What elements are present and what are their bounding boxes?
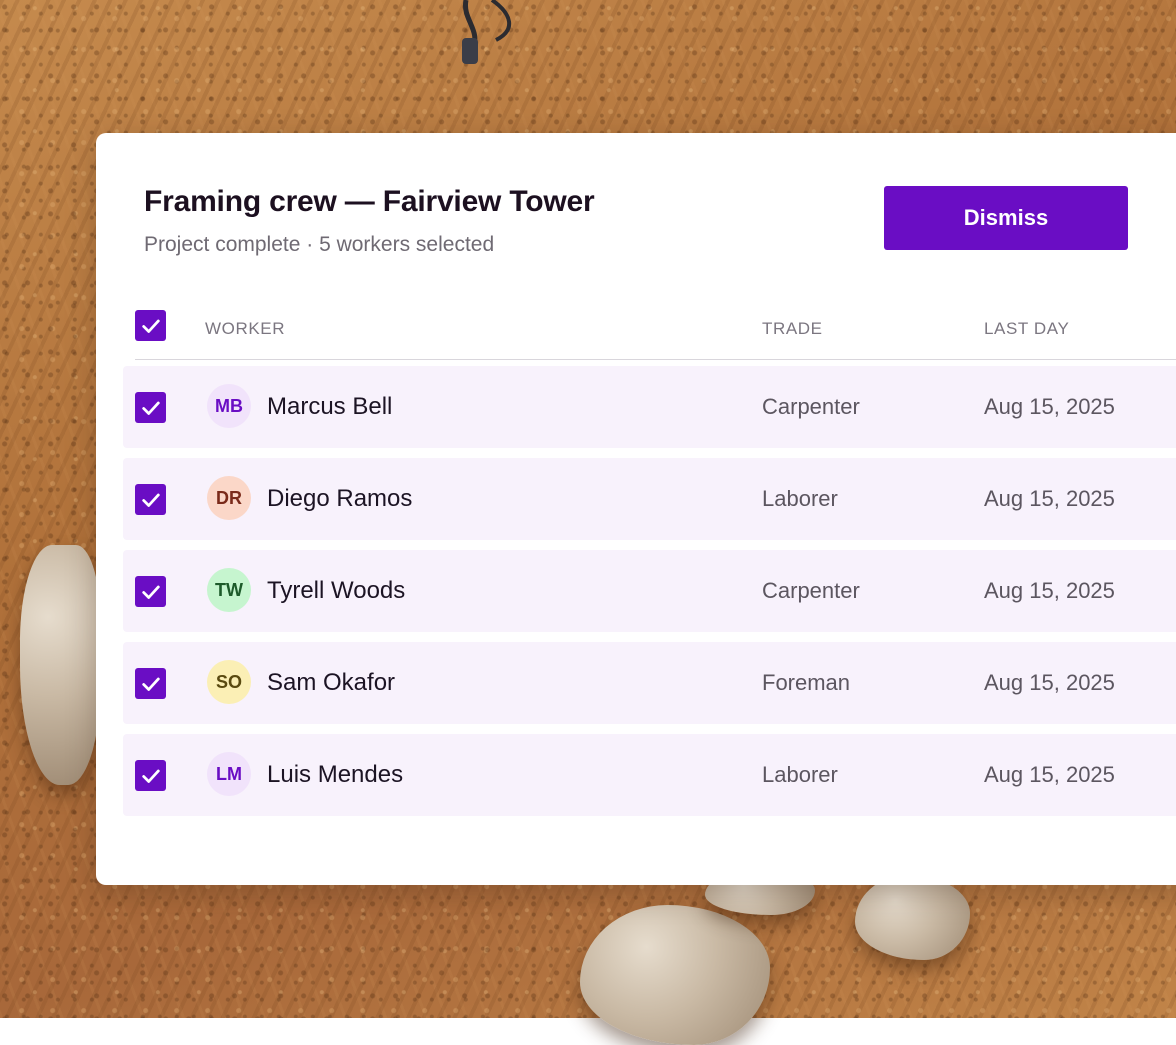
dismiss-button[interactable]: Dismiss <box>884 186 1128 250</box>
rock <box>20 545 100 785</box>
row-checkbox[interactable] <box>135 668 166 699</box>
row-checkbox[interactable] <box>135 392 166 423</box>
worker-last-day: Aug 15, 2025 <box>984 670 1115 695</box>
checkmark-icon <box>141 585 160 599</box>
worker-name: Diego Ramos <box>267 485 413 512</box>
avatar: SO <box>207 660 251 704</box>
select-all-checkbox[interactable] <box>135 310 166 341</box>
row-checkbox[interactable] <box>135 484 166 515</box>
panel-subtitle: Project complete · 5 workers selected <box>144 233 495 256</box>
checkmark-icon <box>141 493 160 507</box>
row-checkbox[interactable] <box>135 576 166 607</box>
table-header: WORKER TRADE LAST DAY <box>135 305 1176 360</box>
worker-trade: Laborer <box>762 486 838 511</box>
checkmark-icon <box>141 769 160 783</box>
avatar: MB <box>207 384 251 428</box>
rock <box>855 875 970 960</box>
column-header-trade[interactable]: TRADE <box>762 319 823 339</box>
table-row[interactable]: TW Tyrell Woods Carpenter Aug 15, 2025 <box>123 550 1176 632</box>
worker-name: Marcus Bell <box>267 393 393 420</box>
row-checkbox[interactable] <box>135 760 166 791</box>
avatar: LM <box>207 752 251 796</box>
worker-trade: Carpenter <box>762 578 860 603</box>
rock <box>580 905 770 1045</box>
table-row[interactable]: SO Sam Okafor Foreman Aug 15, 2025 <box>123 642 1176 724</box>
table-row[interactable]: LM Luis Mendes Laborer Aug 15, 2025 <box>123 734 1176 816</box>
worker-name: Tyrell Woods <box>267 577 406 604</box>
worker-trade: Carpenter <box>762 394 860 419</box>
worker-trade: Laborer <box>762 762 838 787</box>
table-row[interactable]: DR Diego Ramos Laborer Aug 15, 2025 <box>123 458 1176 540</box>
worker-last-day: Aug 15, 2025 <box>984 578 1115 603</box>
column-header-last-day[interactable]: LAST DAY <box>984 319 1069 339</box>
table-row[interactable]: MB Marcus Bell Carpenter Aug 15, 2025 <box>123 366 1176 448</box>
panel-title: Framing crew — Fairview Tower <box>144 185 595 218</box>
worker-last-day: Aug 15, 2025 <box>984 394 1115 419</box>
crew-panel: Framing crew — Fairview Tower Project co… <box>96 133 1176 885</box>
column-header-worker[interactable]: WORKER <box>205 319 285 339</box>
worker-trade: Foreman <box>762 670 851 695</box>
worker-name: Luis Mendes <box>267 761 404 788</box>
avatar: DR <box>207 476 251 520</box>
worker-name: Sam Okafor <box>267 669 396 696</box>
checkmark-icon <box>141 319 160 333</box>
worker-last-day: Aug 15, 2025 <box>984 762 1115 787</box>
checkmark-icon <box>141 677 160 691</box>
checkmark-icon <box>141 401 160 415</box>
avatar: TW <box>207 568 251 612</box>
worker-last-day: Aug 15, 2025 <box>984 486 1115 511</box>
cable <box>462 0 511 64</box>
